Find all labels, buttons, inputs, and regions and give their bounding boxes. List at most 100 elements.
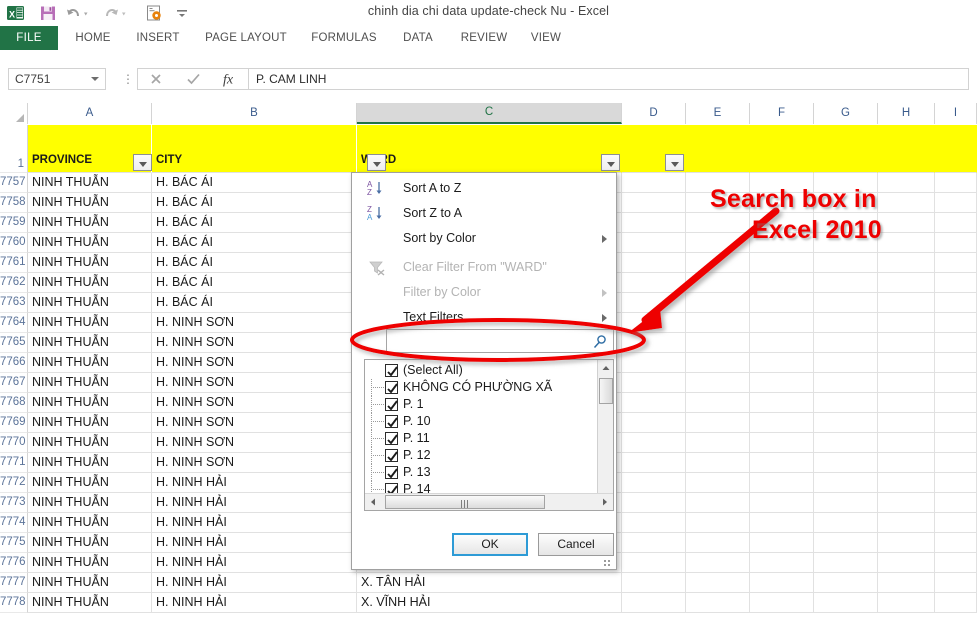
cell-empty-i[interactable] xyxy=(935,473,977,493)
cell-empty-f[interactable] xyxy=(750,593,814,613)
cell-ward[interactable]: X. VĨNH HẢI xyxy=(357,593,622,613)
cell-empty-h[interactable] xyxy=(878,173,935,193)
filter-list-vertical-scrollbar[interactable] xyxy=(597,360,613,510)
cell-empty-h[interactable] xyxy=(878,493,935,513)
filter-list-item[interactable]: P. 13 xyxy=(365,464,597,481)
cell-empty-f[interactable] xyxy=(750,313,814,333)
cell-empty-h[interactable] xyxy=(878,533,935,553)
cell-empty-f[interactable] xyxy=(750,273,814,293)
row-header-7777[interactable]: 7777 xyxy=(0,573,28,593)
cell-empty-f[interactable] xyxy=(750,513,814,533)
cell-city[interactable]: H. BÁC ÁI xyxy=(152,293,357,313)
filter-list-horizontal-scrollbar[interactable] xyxy=(365,493,613,510)
cell-empty-f[interactable] xyxy=(750,453,814,473)
cell-empty-g[interactable] xyxy=(814,573,878,593)
cell-empty-f[interactable] xyxy=(750,233,814,253)
cell-empty-h[interactable] xyxy=(878,413,935,433)
filter-item-checkbox[interactable] xyxy=(385,381,398,394)
tab-view[interactable]: VIEW xyxy=(522,26,570,50)
scroll-left-arrow-icon[interactable] xyxy=(365,494,382,510)
cell-province[interactable]: NINH THUẪN xyxy=(28,353,152,373)
cell-empty-i[interactable] xyxy=(935,533,977,553)
filter-item-checkbox[interactable] xyxy=(385,415,398,428)
cell-empty-g[interactable] xyxy=(814,433,878,453)
cell-city[interactable]: H. NINH SƠN xyxy=(152,393,357,413)
cell-empty-e[interactable] xyxy=(686,453,750,473)
cell-city[interactable]: H. NINH HẢI xyxy=(152,533,357,553)
scroll-right-arrow-icon[interactable] xyxy=(596,494,613,510)
cell-city[interactable]: H. NINH SƠN xyxy=(152,313,357,333)
column-header-f[interactable]: F xyxy=(750,103,814,124)
cell-empty-g[interactable] xyxy=(814,213,878,233)
cell-empty-g[interactable] xyxy=(814,273,878,293)
row-header-7767[interactable]: 7767 xyxy=(0,373,28,393)
cell-ward[interactable]: X. TÂN HẢI xyxy=(357,573,622,593)
cell-city[interactable]: H. NINH HẢI xyxy=(152,573,357,593)
cell-empty-i[interactable] xyxy=(935,573,977,593)
table-header-cell-e[interactable] xyxy=(686,125,750,173)
cell-empty-d[interactable] xyxy=(622,193,686,213)
cell-empty-i[interactable] xyxy=(935,373,977,393)
ok-button[interactable]: OK xyxy=(452,533,528,556)
cell-empty-h[interactable] xyxy=(878,553,935,573)
row-header-7774[interactable]: 7774 xyxy=(0,513,28,533)
cell-empty-f[interactable] xyxy=(750,433,814,453)
cell-empty-h[interactable] xyxy=(878,233,935,253)
cell-empty-g[interactable] xyxy=(814,393,878,413)
cell-empty-g[interactable] xyxy=(814,253,878,273)
row-header-7771[interactable]: 7771 xyxy=(0,453,28,473)
cell-empty-d[interactable] xyxy=(622,253,686,273)
cell-empty-h[interactable] xyxy=(878,373,935,393)
cell-province[interactable]: NINH THUẪN xyxy=(28,413,152,433)
cancel-button[interactable]: Cancel xyxy=(538,533,614,556)
cell-empty-g[interactable] xyxy=(814,553,878,573)
cell-empty-d[interactable] xyxy=(622,333,686,353)
cell-empty-d[interactable] xyxy=(622,533,686,553)
tab-file[interactable]: FILE xyxy=(0,26,58,50)
cell-empty-f[interactable] xyxy=(750,473,814,493)
cell-empty-f[interactable] xyxy=(750,353,814,373)
cell-province[interactable]: NINH THUẪN xyxy=(28,173,152,193)
cell-province[interactable]: NINH THUẪN xyxy=(28,513,152,533)
cell-empty-g[interactable] xyxy=(814,373,878,393)
cell-city[interactable]: H. NINH HẢI xyxy=(152,493,357,513)
cell-empty-h[interactable] xyxy=(878,213,935,233)
row-header-7765[interactable]: 7765 xyxy=(0,333,28,353)
column-header-i[interactable]: I xyxy=(935,103,977,124)
cell-empty-i[interactable] xyxy=(935,393,977,413)
filter-item-checkbox[interactable] xyxy=(385,364,398,377)
tab-home[interactable]: HOME xyxy=(64,26,122,50)
cell-empty-h[interactable] xyxy=(878,513,935,533)
cell-empty-i[interactable] xyxy=(935,553,977,573)
cell-empty-g[interactable] xyxy=(814,353,878,373)
tab-review[interactable]: REVIEW xyxy=(451,26,517,50)
cancel-x-icon[interactable] xyxy=(138,69,174,89)
cell-empty-g[interactable] xyxy=(814,413,878,433)
row-header-7761[interactable]: 7761 xyxy=(0,253,28,273)
filter-search-box[interactable] xyxy=(386,329,614,353)
tab-data[interactable]: DATA xyxy=(390,26,446,50)
cell-city[interactable]: H. BÁC ÁI xyxy=(152,253,357,273)
cell-empty-i[interactable] xyxy=(935,433,977,453)
cell-city[interactable]: H. NINH SƠN xyxy=(152,433,357,453)
cell-empty-d[interactable] xyxy=(622,353,686,373)
cell-empty-e[interactable] xyxy=(686,573,750,593)
cell-empty-e[interactable] xyxy=(686,353,750,373)
cell-empty-d[interactable] xyxy=(622,313,686,333)
cell-empty-d[interactable] xyxy=(622,433,686,453)
cell-empty-d[interactable] xyxy=(622,453,686,473)
cell-empty-f[interactable] xyxy=(750,193,814,213)
cell-empty-h[interactable] xyxy=(878,593,935,613)
cell-empty-e[interactable] xyxy=(686,593,750,613)
menu-item-sort-by-color[interactable]: Sort by Color xyxy=(353,226,617,251)
cell-empty-g[interactable] xyxy=(814,333,878,353)
cell-empty-e[interactable] xyxy=(686,193,750,213)
column-header-g[interactable]: G xyxy=(814,103,878,124)
cell-empty-g[interactable] xyxy=(814,593,878,613)
row-header-7764[interactable]: 7764 xyxy=(0,313,28,333)
cell-empty-g[interactable] xyxy=(814,533,878,553)
cell-city[interactable]: H. NINH SƠN xyxy=(152,353,357,373)
cell-province[interactable]: NINH THUẪN xyxy=(28,493,152,513)
cell-empty-i[interactable] xyxy=(935,333,977,353)
cell-city[interactable]: H. NINH HẢI xyxy=(152,473,357,493)
